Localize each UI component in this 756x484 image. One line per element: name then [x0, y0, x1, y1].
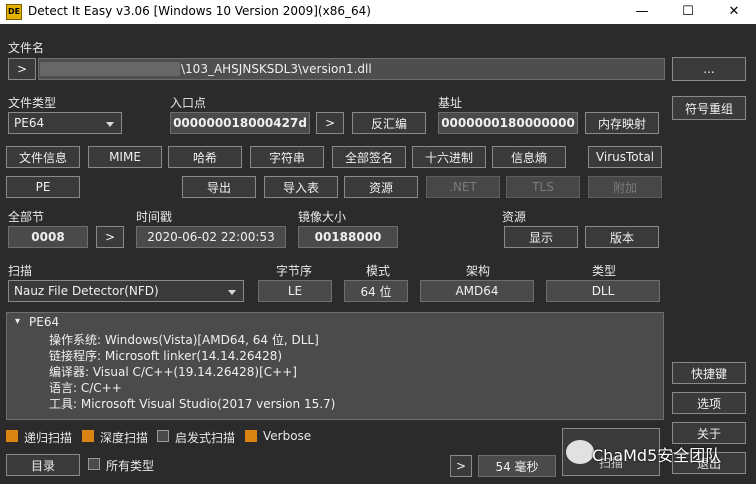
- filetype-select[interactable]: PE64: [8, 112, 122, 134]
- file-info-button[interactable]: 文件信息: [6, 146, 80, 168]
- type-label: 类型: [592, 264, 617, 278]
- endianness-label: 字节序: [276, 264, 313, 278]
- image-size-field[interactable]: 00188000: [298, 226, 398, 248]
- tls-button[interactable]: TLS: [506, 176, 580, 198]
- sections-label: 全部节: [8, 210, 45, 224]
- arch-label: 架构: [466, 264, 491, 278]
- timestamp-field[interactable]: 2020-06-02 22:00:53: [136, 226, 286, 248]
- entrypoint-field[interactable]: 000000018000427d: [170, 112, 310, 134]
- scan-result-tree[interactable]: ▾ PE64 操作系统: Windows(Vista)[AMD64, 64 位,…: [6, 312, 664, 420]
- minimize-button[interactable]: —: [622, 0, 662, 24]
- shortcuts-button[interactable]: 快捷键: [672, 362, 746, 384]
- chevron-down-icon: [106, 122, 114, 127]
- base-label: 基址: [438, 96, 463, 110]
- wechat-icon: [566, 440, 594, 464]
- elapsed-time-field: 54 毫秒: [478, 455, 556, 477]
- directory-button[interactable]: 目录: [6, 454, 80, 476]
- arch-field: AMD64: [420, 280, 534, 302]
- resources-label: 资源: [502, 210, 527, 224]
- resources-version-button[interactable]: 版本: [585, 226, 659, 248]
- mode-label: 模式: [366, 264, 391, 278]
- sections-field[interactable]: 0008: [8, 226, 88, 248]
- close-button[interactable]: ✕: [714, 0, 754, 24]
- redacted-path: [40, 62, 180, 76]
- image-size-label: 镜像大小: [298, 210, 347, 224]
- timestamp-label: 时间戳: [136, 210, 173, 224]
- entrypoint-label: 入口点: [170, 96, 207, 110]
- mime-button[interactable]: MIME: [88, 146, 162, 168]
- recursive-scan-label: 递归扫描: [24, 431, 73, 445]
- options-button[interactable]: 选项: [672, 392, 746, 414]
- scan-engine-value: Nauz File Detector(NFD): [14, 284, 159, 298]
- scan-options-arrow-button[interactable]: >: [450, 455, 472, 477]
- filename-label: 文件名: [8, 41, 45, 55]
- app-icon: DE: [6, 4, 22, 20]
- all-types-checkbox[interactable]: [88, 458, 100, 470]
- about-button[interactable]: 关于: [672, 422, 746, 444]
- entropy-button[interactable]: 信息熵: [492, 146, 566, 168]
- dotnet-button[interactable]: .NET: [426, 176, 500, 198]
- overlay-button[interactable]: 附加: [588, 176, 662, 198]
- result-line[interactable]: 操作系统: Windows(Vista)[AMD64, 64 位, DLL]: [49, 331, 319, 348]
- scan-label: 扫描: [8, 264, 33, 278]
- hash-button[interactable]: 哈希: [168, 146, 242, 168]
- result-root[interactable]: PE64: [29, 315, 59, 329]
- browse-more-button[interactable]: ...: [672, 57, 746, 81]
- result-line[interactable]: 链接程序: Microsoft linker(14.14.26428): [49, 347, 282, 364]
- virustotal-button[interactable]: VirusTotal: [588, 146, 662, 168]
- chevron-down-icon: [228, 290, 236, 295]
- strings-button[interactable]: 字符串: [250, 146, 324, 168]
- symbols-button[interactable]: 符号重组: [672, 96, 746, 120]
- signatures-button[interactable]: 全部签名: [332, 146, 406, 168]
- heuristic-scan-label: 启发式扫描: [175, 431, 236, 445]
- verbose-label: Verbose: [263, 429, 312, 443]
- resources-button[interactable]: 资源: [344, 176, 418, 198]
- pe-button[interactable]: PE: [6, 176, 80, 198]
- recursive-scan-checkbox[interactable]: [6, 430, 18, 442]
- disassemble-button[interactable]: 反汇编: [352, 112, 426, 134]
- result-line[interactable]: 语言: C/C++: [49, 379, 122, 396]
- deep-scan-label: 深度扫描: [100, 431, 149, 445]
- scan-engine-select[interactable]: Nauz File Detector(NFD): [8, 280, 244, 302]
- browse-arrow-button[interactable]: >: [8, 58, 36, 80]
- sections-go-button[interactable]: >: [96, 226, 124, 248]
- all-types-label: 所有类型: [106, 459, 155, 473]
- resources-show-button[interactable]: 显示: [504, 226, 578, 248]
- result-line[interactable]: 编译器: Visual C/C++(19.14.26428)[C++]: [49, 363, 297, 380]
- watermark-text: ChaMd5安全团队: [592, 446, 722, 465]
- window-title: Detect It Easy v3.06 [Windows 10 Version…: [28, 4, 371, 18]
- entrypoint-go-button[interactable]: >: [316, 112, 344, 134]
- heuristic-scan-checkbox[interactable]: [157, 430, 169, 442]
- export-button[interactable]: 导出: [182, 176, 256, 198]
- type-field: DLL: [546, 280, 660, 302]
- title-bar: DE Detect It Easy v3.06 [Windows 10 Vers…: [0, 0, 756, 24]
- expand-arrow-icon[interactable]: ▾: [15, 316, 20, 327]
- result-line[interactable]: 工具: Microsoft Visual Studio(2017 version…: [49, 395, 335, 412]
- filetype-value: PE64: [14, 116, 45, 130]
- hex-button[interactable]: 十六进制: [412, 146, 486, 168]
- import-button[interactable]: 导入表: [264, 176, 338, 198]
- maximize-button[interactable]: ☐: [668, 0, 708, 24]
- endianness-field: LE: [258, 280, 332, 302]
- deep-scan-checkbox[interactable]: [82, 430, 94, 442]
- verbose-checkbox[interactable]: [245, 430, 257, 442]
- base-address-field[interactable]: 0000000180000000: [438, 112, 578, 134]
- memory-map-button[interactable]: 内存映射: [585, 112, 659, 134]
- filetype-label: 文件类型: [8, 96, 57, 110]
- mode-field: 64 位: [344, 280, 408, 302]
